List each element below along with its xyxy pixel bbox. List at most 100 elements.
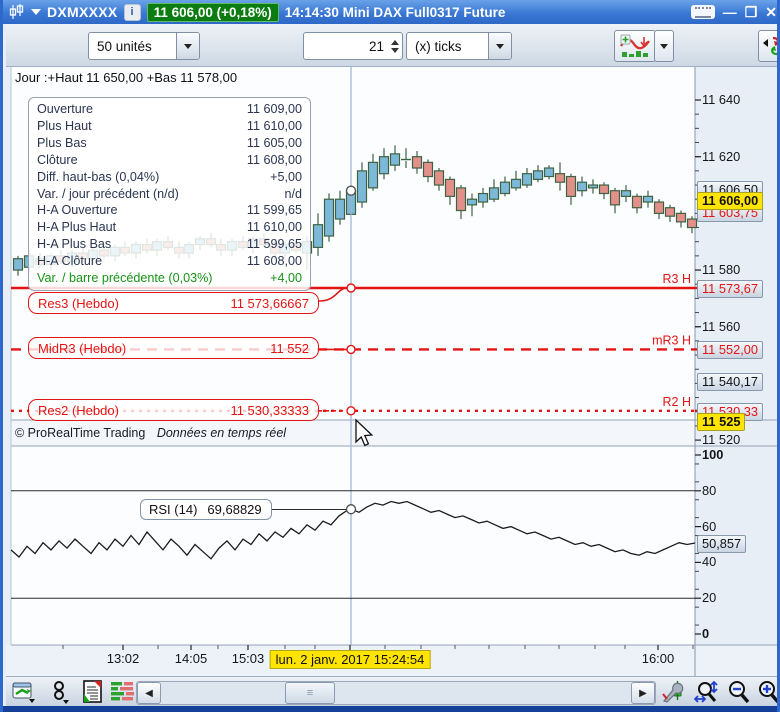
pivot-value: 11 552 <box>270 340 309 356</box>
rsi-name: RSI (14) <box>149 502 198 517</box>
news-button[interactable] <box>80 680 106 704</box>
info-row-label: Diff. haut-bas (0,04%) <box>37 169 160 184</box>
scrollbar-thumb[interactable]: ≡ <box>285 682 335 704</box>
orderbook-icon <box>111 682 134 701</box>
info-row: Diff. haut-bas (0,04%) +5,00 <box>29 169 310 186</box>
info-row-label: H-A Plus Haut <box>37 220 117 235</box>
buy-sell-arrows-icon <box>763 36 777 56</box>
info-row-value: +5,00 <box>270 169 302 184</box>
info-row-value: 11 599,65 <box>246 237 302 252</box>
info-row-value: 11 608,00 <box>246 254 302 269</box>
zoom-custom-button[interactable] <box>692 680 722 704</box>
info-row-label: H-A Ouverture <box>37 203 118 218</box>
info-row-value: 11 609,00 <box>246 102 302 116</box>
indicators-dropdown[interactable] <box>654 30 674 62</box>
pivot-name: Res2 (Hebdo) <box>38 402 119 418</box>
pivot-axis-tag: R2 H <box>663 395 691 409</box>
pivot-axis-price-box: 11 573,67 <box>697 279 763 298</box>
orders-panel-toggle-button[interactable] <box>758 30 777 62</box>
units-select[interactable]: 50 unités <box>88 32 200 60</box>
pivot-axis-tag: mR3 H <box>652 333 691 347</box>
price-axis-label: 11 620 <box>702 148 741 164</box>
candle-info-panel: Ouverture 11 609,00 Plus Haut 11 610,00 Plus… <box>28 97 311 291</box>
time-axis-label: 14:05 <box>174 651 208 666</box>
rsi-axis-label: 60 <box>702 518 717 534</box>
rsi-axis-label: 20 <box>702 590 717 606</box>
time-axis-label: 13:02 <box>106 651 140 666</box>
zoom-in-button[interactable] <box>754 680 777 704</box>
close-button[interactable]: ✕ <box>765 5 777 19</box>
trading-chart-window: R3 H mR3 H R2 H DXMXXXX i 11 606,00 (+0,18… <box>0 0 780 712</box>
info-row-label: H-A Clôture <box>37 254 103 269</box>
pivot-label-r2-h[interactable]: Res2 (Hebdo) 11 530,33333 <box>28 399 319 421</box>
horizontal-scrollbar[interactable]: ◀ ≡ ▶ <box>136 681 656 705</box>
chart-settings-button[interactable] <box>658 680 688 704</box>
rsi-indicator-label[interactable]: RSI (14) 69,68829 <box>140 499 272 520</box>
keyboard-icon[interactable] <box>690 5 715 19</box>
scroll-left-arrow[interactable]: ◀ <box>137 682 161 704</box>
stepper-arrows-icon[interactable] <box>388 33 402 59</box>
indicators-icon <box>620 34 650 57</box>
pivot-axis-price-box: 11 552,00 <box>697 341 763 360</box>
maximize-button[interactable]: ❒ <box>745 5 758 19</box>
info-row: Var. / barre précédente (0,03%) +4,00 <box>29 270 310 287</box>
link-icon <box>54 681 69 704</box>
info-row: H-A Plus Bas 11 599,65 <box>29 236 310 253</box>
pivot-axis-tag: R3 H <box>663 272 691 286</box>
time-axis-label: 15:03 <box>231 651 265 666</box>
brand-text: © ProRealTime Trading <box>15 426 146 440</box>
window-title: 14:14:30 Mini DAX Full0317 Future <box>284 4 506 20</box>
rsi-axis-label: 0 <box>702 626 710 641</box>
info-row: H-A Clôture 11 608,00 <box>29 253 310 270</box>
info-row-value: 11 599,65 <box>246 203 302 218</box>
chart-toolbar: 50 unités 21 (x) ticks <box>6 24 777 67</box>
info-row-value: n/d <box>284 186 302 201</box>
bars-count-stepper[interactable]: 21 <box>303 32 403 60</box>
info-row-value: 11 605,00 <box>246 135 302 150</box>
pivot-name: MidR3 (Hebdo) <box>38 340 127 356</box>
info-row-label: Plus Haut <box>37 118 92 133</box>
price-axis-label: 11 560 <box>702 318 741 334</box>
wrench-icon <box>662 681 684 703</box>
info-row: Ouverture 11 609,00 <box>29 101 310 118</box>
pivot-name: Res3 (Hebdo) <box>38 295 119 311</box>
indicators-button[interactable] <box>614 30 656 62</box>
orderbook-button[interactable] <box>110 680 136 704</box>
zoom-out-button[interactable] <box>724 680 754 704</box>
scroll-right-arrow[interactable]: ▶ <box>631 682 655 704</box>
timeframe-select-value: (x) ticks <box>415 38 462 54</box>
realtime-text: Données en temps réel <box>156 426 287 440</box>
copyright-note: © ProRealTime Trading Données en temps r… <box>15 426 286 440</box>
price-marker-box: 11 606,00 <box>697 192 764 210</box>
units-select-value: 50 unités <box>97 38 152 54</box>
zoom-out-icon <box>729 681 750 704</box>
pivot-label-r3-h[interactable]: Res3 (Hebdo) 11 573,66667 <box>28 292 319 314</box>
title-bar[interactable]: DXMXXXX i 11 606,00 (+0,18%) 14:14:30 Mi… <box>3 0 777 24</box>
link-windows-button[interactable] <box>48 680 74 704</box>
rsi-axis-label: 80 <box>702 482 717 498</box>
news-icon <box>83 680 102 703</box>
info-row: H-A Ouverture 11 599,65 <box>29 202 310 219</box>
info-row: Plus Haut 11 610,00 <box>29 118 310 135</box>
info-icon[interactable]: i <box>123 3 141 21</box>
info-row-label: Clôture <box>37 152 78 167</box>
chart-list-button[interactable] <box>12 680 38 704</box>
bars-count-value: 21 <box>368 38 384 54</box>
minimize-button[interactable]: — <box>723 5 737 19</box>
price-axis-label: 11 580 <box>702 262 741 278</box>
price-marker-box: 11 525 <box>697 413 746 431</box>
pivot-label-mr3-h[interactable]: MidR3 (Hebdo) 11 552 <box>28 337 319 359</box>
window-bottom-border <box>3 706 777 712</box>
crosshair-time-box: lun. 2 janv. 2017 15:24:54 <box>269 650 431 669</box>
chevron-down-icon[interactable] <box>488 33 511 59</box>
pivot-value: 11 573,66667 <box>230 295 309 311</box>
info-row-label: Var. / jour précédent (n/d) <box>37 186 179 201</box>
timeframe-select[interactable]: (x) ticks <box>406 32 512 60</box>
pivot-value: 11 530,33333 <box>230 402 309 418</box>
info-row-label: Var. / barre précédente (0,03%) <box>37 271 213 286</box>
day-high-low-header: Jour :+Haut 11 650,00 +Bas 11 578,00 <box>15 70 238 85</box>
info-row-value: 11 608,00 <box>246 152 302 167</box>
instrument-dropdown-icon[interactable] <box>31 9 41 15</box>
zoom-in-icon <box>759 681 777 704</box>
chevron-down-icon[interactable] <box>176 33 199 59</box>
